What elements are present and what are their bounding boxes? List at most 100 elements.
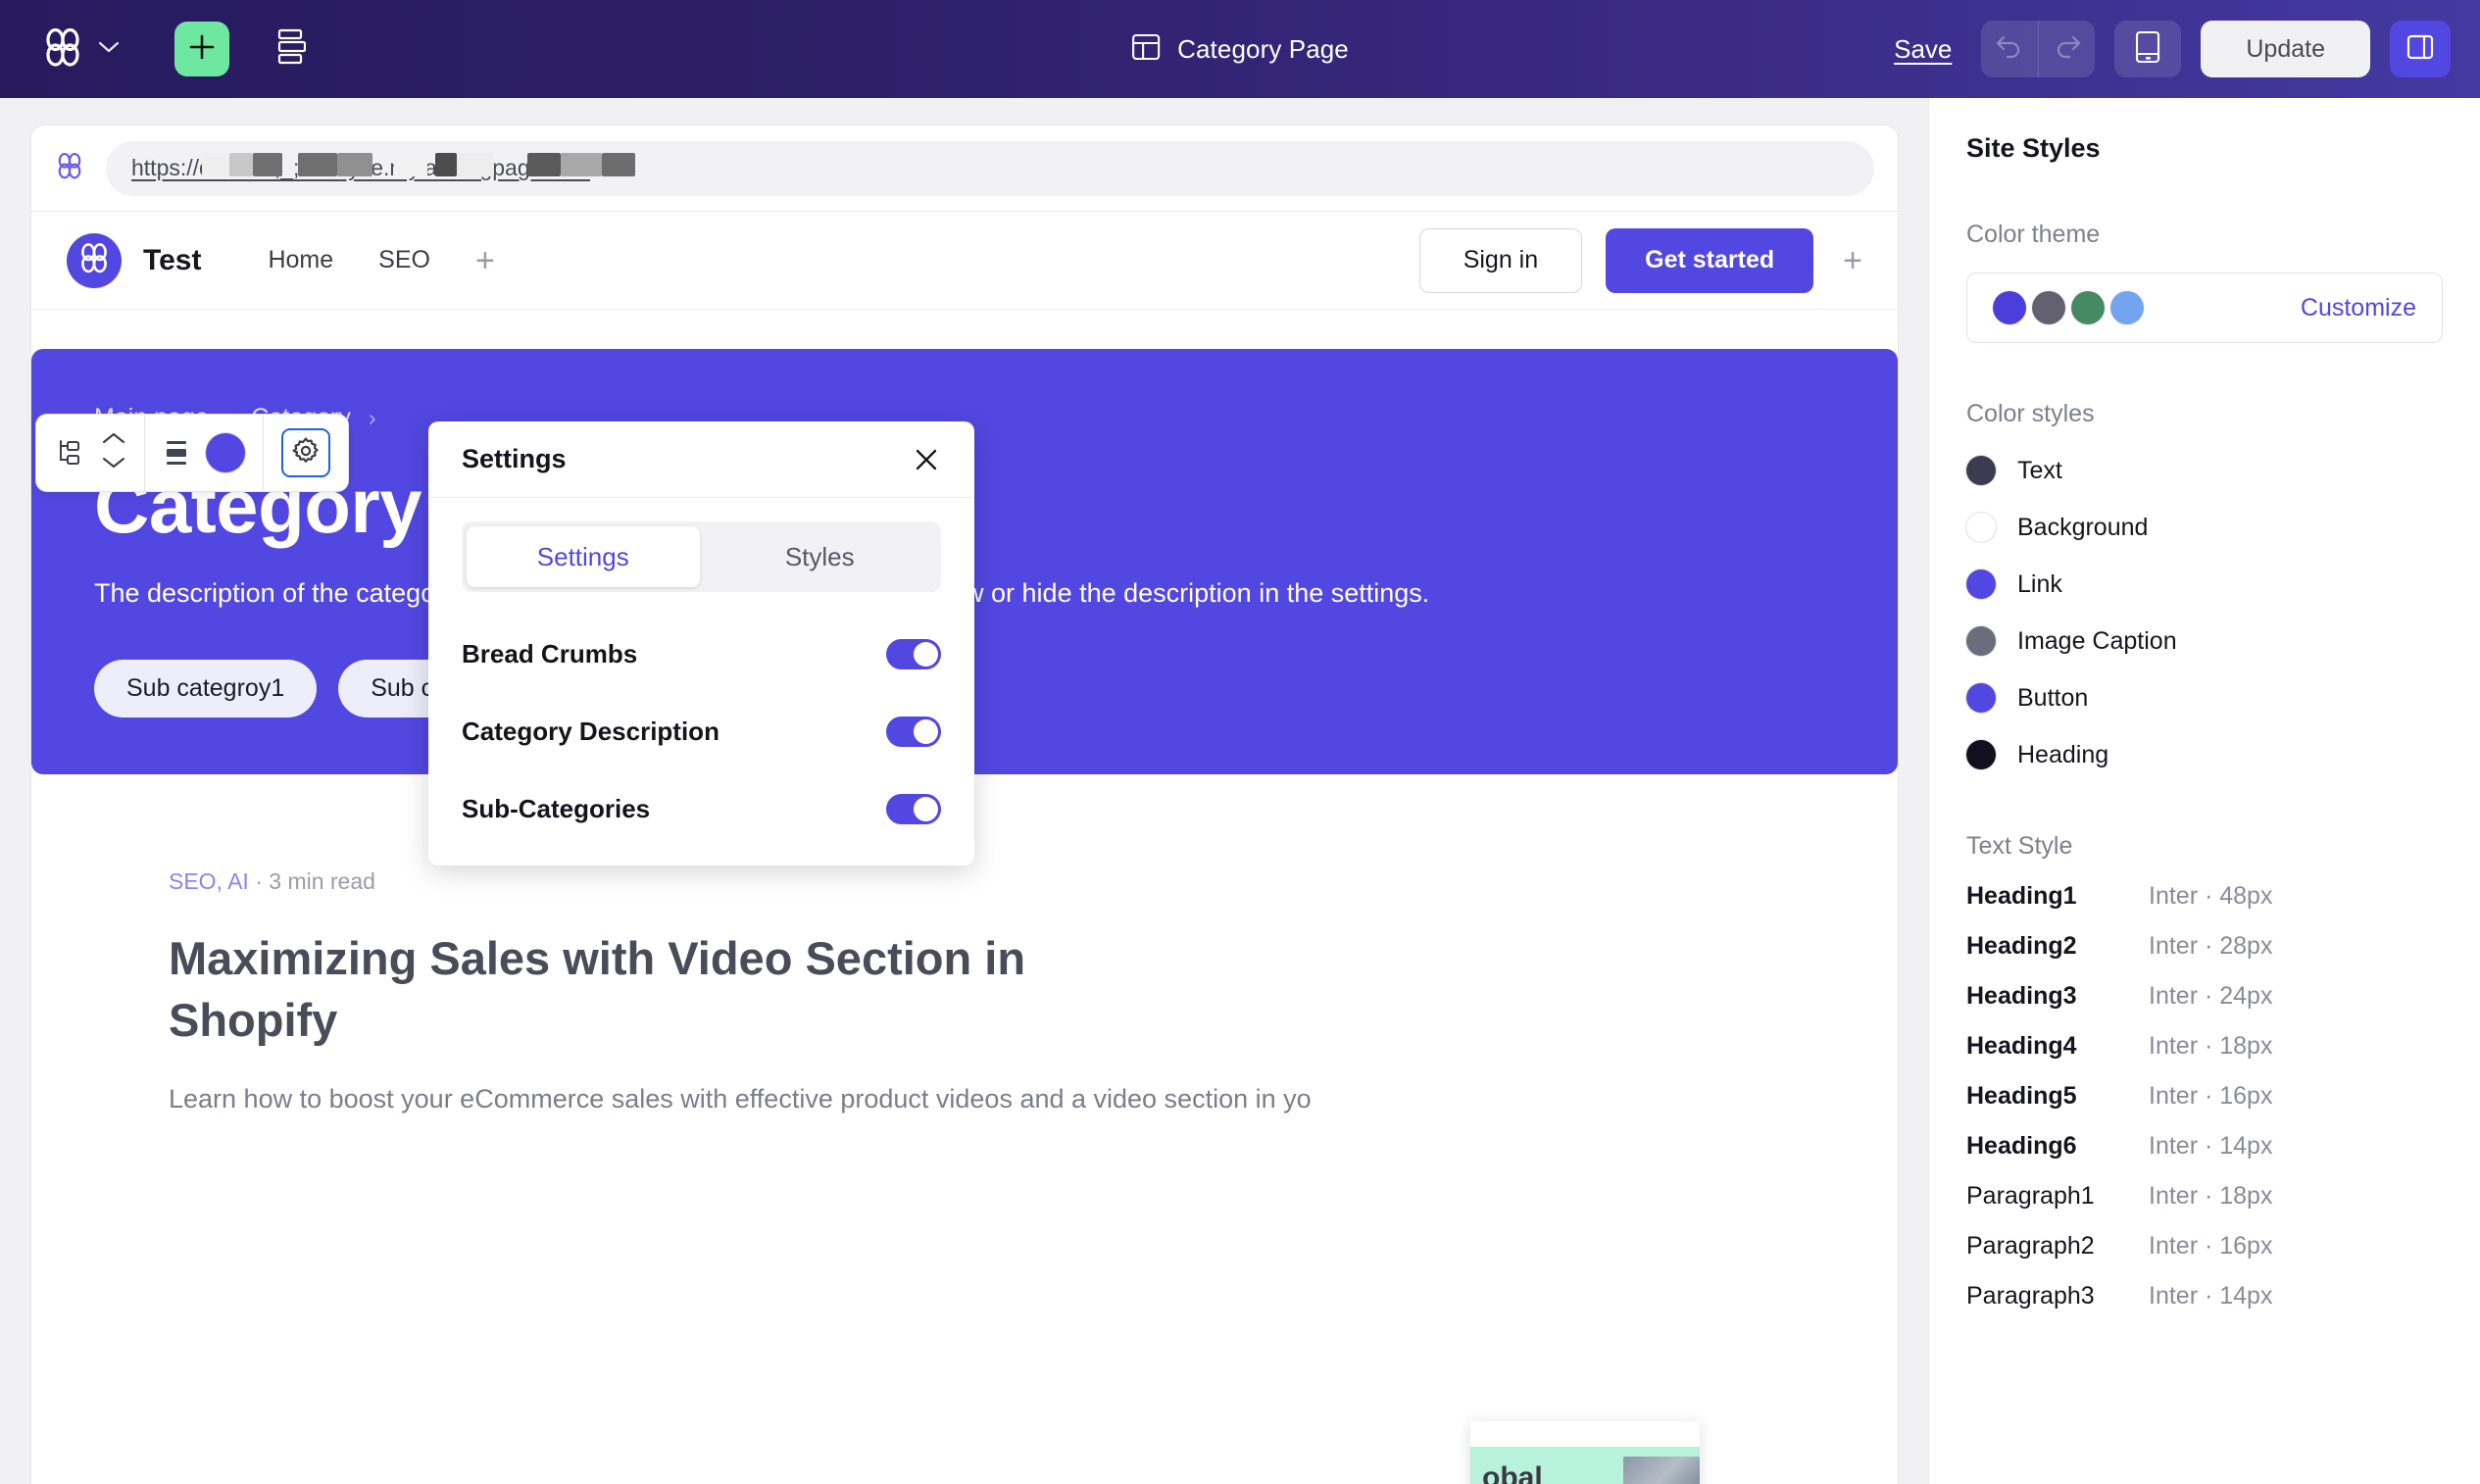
theme-swatch — [2110, 291, 2144, 324]
redaction-block — [435, 152, 457, 176]
color-style-background[interactable]: Background — [1966, 507, 2443, 548]
update-button[interactable]: Update — [2201, 21, 2370, 77]
settings-button[interactable] — [281, 428, 330, 477]
app-topbar: Category Page Save Update — [0, 0, 2480, 98]
sub-categories-toggle[interactable] — [886, 794, 941, 824]
text-style-name: Heading6 — [1966, 1132, 2077, 1160]
tab-styles[interactable]: Styles — [704, 526, 937, 587]
thumbnail-nav — [1470, 1421, 1700, 1447]
mobile-preview-button[interactable] — [2114, 21, 2182, 77]
text-style-spec: Inter · 18px — [2149, 1182, 2273, 1210]
undo-button[interactable] — [1981, 21, 2038, 77]
site-header-actions: Sign in Get started + — [1418, 227, 1862, 293]
text-style-spec: Inter · 14px — [2149, 1132, 2273, 1160]
site-logo-button[interactable] — [67, 232, 122, 288]
preview-url-bar: https://dddda7;_;5s2dyke.mylandingpages.… — [31, 125, 1898, 212]
color-theme-label: Color theme — [1966, 221, 2101, 248]
undo-icon — [1995, 34, 2024, 65]
settings-popover-body: Settings Styles Bread Crumbs Category De… — [428, 498, 974, 866]
redo-button[interactable] — [2038, 21, 2095, 77]
category-description-toggle[interactable] — [886, 717, 941, 747]
text-style-heading6[interactable]: Heading6 Inter · 14px — [1966, 1132, 2443, 1161]
color-swatch-icon — [1966, 740, 1996, 769]
text-style-name: Paragraph3 — [1966, 1282, 2095, 1310]
nav-add-icon[interactable]: + — [475, 244, 495, 277]
text-style-paragraph3[interactable]: Paragraph3 Inter · 14px — [1966, 1282, 2443, 1311]
url-input[interactable]: https://dddda7;_;5s2dyke.mylandingpages.… — [106, 140, 1874, 196]
get-started-button[interactable]: Get started — [1606, 227, 1814, 293]
settings-tabs: Settings Styles — [462, 521, 941, 592]
brand-logo-button[interactable] — [41, 25, 120, 74]
text-style-heading5[interactable]: Heading5 Inter · 16px — [1966, 1082, 2443, 1111]
mobile-preview-icon — [2135, 30, 2160, 69]
setting-row-bread-crumbs: Bread Crumbs — [462, 639, 941, 669]
page-layout-icon — [1131, 32, 1161, 67]
color-swatch-icon[interactable] — [206, 433, 245, 472]
tab-settings[interactable]: Settings — [467, 526, 700, 587]
article-meta: SEO, AI · 3 min read — [169, 868, 1898, 895]
color-swatch-icon — [1966, 626, 1996, 656]
text-style-heading1[interactable]: Heading1 Inter · 48px — [1966, 882, 2443, 911]
text-style-name: Paragraph2 — [1966, 1232, 2095, 1260]
text-style-spec: Inter · 28px — [2149, 932, 2273, 960]
text-style-name: Heading2 — [1966, 932, 2077, 960]
chevron-down-icon[interactable] — [101, 456, 126, 474]
text-style-name: Heading1 — [1966, 882, 2077, 910]
color-style-button[interactable]: Button — [1966, 677, 2443, 718]
close-icon[interactable] — [912, 445, 941, 474]
color-style-image-caption[interactable]: Image Caption — [1966, 620, 2443, 662]
color-style-text[interactable]: Text — [1966, 450, 2443, 491]
settings-popover-title: Settings — [462, 444, 567, 473]
editor-canvas: https://dddda7;_;5s2dyke.mylandingpages.… — [0, 98, 1928, 1484]
subcategory-pill[interactable]: Sub categroy1 — [94, 660, 318, 718]
sign-in-button[interactable]: Sign in — [1418, 227, 1583, 293]
color-theme-row[interactable]: Customize — [1966, 272, 2443, 343]
redaction-block — [337, 152, 372, 176]
vertical-spacing-icon[interactable] — [163, 438, 190, 468]
redaction-block — [298, 152, 337, 176]
redo-icon — [2053, 34, 2082, 65]
customize-link[interactable]: Customize — [2301, 294, 2416, 322]
chevron-up-icon[interactable] — [101, 431, 126, 450]
save-button[interactable]: Save — [1894, 34, 1952, 65]
text-style-paragraph2[interactable]: Paragraph2 Inter · 16px — [1966, 1232, 2443, 1261]
text-style-heading3[interactable]: Heading3 Inter · 24px — [1966, 982, 2443, 1011]
move-block-stepper[interactable] — [101, 431, 126, 474]
right-panel-toggle-button[interactable] — [2390, 21, 2451, 77]
color-swatch-icon — [1966, 513, 1996, 542]
article-tag-ai[interactable]: AI — [227, 868, 249, 894]
text-style-spec: Inter · 16px — [2149, 1082, 2273, 1110]
header-add-icon[interactable]: + — [1843, 244, 1862, 277]
article-tag-seo[interactable]: SEO, — [169, 868, 223, 894]
redaction-block — [561, 152, 602, 176]
text-style-name: Heading5 — [1966, 1082, 2077, 1110]
thumbnail-card-image — [1623, 1457, 1700, 1484]
color-style-heading[interactable]: Heading — [1966, 734, 2443, 775]
site-nav: Home SEO + — [268, 244, 494, 277]
color-style-link[interactable]: Link — [1966, 564, 2443, 605]
text-style-heading4[interactable]: Heading4 Inter · 18px — [1966, 1032, 2443, 1061]
text-style-spec: Inter · 48px — [2149, 882, 2273, 910]
text-style-name: Heading3 — [1966, 982, 2077, 1010]
add-block-button[interactable] — [174, 22, 229, 76]
layers-tree-icon[interactable] — [54, 437, 85, 469]
text-style-paragraph1[interactable]: Paragraph1 Inter · 18px — [1966, 1182, 2443, 1211]
site-favicon-icon — [55, 151, 84, 185]
brand-logo-icon — [41, 25, 84, 74]
page-title-group[interactable]: Category Page — [1131, 0, 1349, 98]
nav-item-seo[interactable]: SEO — [378, 246, 430, 274]
nav-item-home[interactable]: Home — [268, 246, 333, 274]
plus-icon — [187, 32, 217, 67]
text-style-heading2[interactable]: Heading2 Inter · 28px — [1966, 932, 2443, 961]
article-thumbnail: obalercem fy to sell online, offline, St… — [1470, 1421, 1700, 1484]
site-logo-icon — [77, 241, 111, 279]
theme-swatch — [2032, 291, 2065, 324]
text-styles-list: Heading1 Inter · 48px Heading2 Inter · 2… — [1966, 882, 2443, 1311]
color-style-label: Text — [2017, 456, 2062, 484]
toolbar-group-structure — [36, 415, 144, 491]
bread-crumbs-toggle[interactable] — [886, 639, 941, 669]
layers-panel-button[interactable] — [276, 28, 307, 71]
gear-icon — [291, 436, 321, 470]
page-title: Category Page — [1177, 33, 1349, 64]
layers-icon — [276, 28, 307, 71]
